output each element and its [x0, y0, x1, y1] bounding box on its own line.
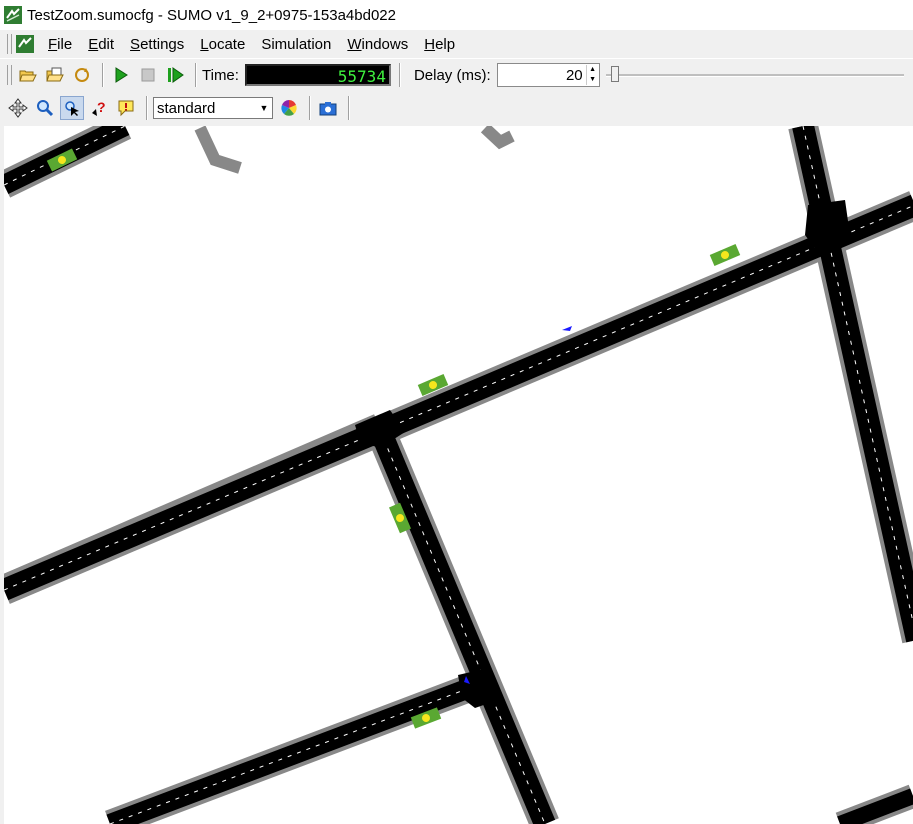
toolbar-separator [102, 63, 104, 87]
time-display: 55734 [244, 64, 391, 86]
chevron-down-icon[interactable]: ▼ [256, 98, 272, 118]
title-bar: TestZoom.sumocfg - SUMO v1_9_2+0975-153a… [0, 0, 913, 30]
step-icon [168, 67, 184, 83]
toolbar-separator [398, 63, 401, 87]
slider-track [605, 74, 904, 77]
svg-text:?: ? [97, 99, 106, 115]
toolbar-separator [146, 96, 148, 120]
spin-up-icon[interactable]: ▲ [587, 65, 599, 75]
open-config-icon [19, 70, 37, 82]
reload-button[interactable] [70, 63, 94, 87]
select-icon [65, 101, 79, 116]
road-edge [106, 674, 484, 824]
simulation-toolbar: Time: 55734 Delay (ms): ▲ ▼ [0, 58, 913, 91]
color-wheel-icon [281, 100, 297, 116]
warning-button[interactable] [114, 96, 138, 120]
toolbar-separator [348, 96, 350, 120]
road-border [480, 126, 515, 150]
mdi-child-icon[interactable] [16, 35, 34, 53]
recenter-icon [8, 98, 28, 118]
play-icon [115, 67, 128, 83]
menu-edit[interactable]: Edit [80, 36, 122, 53]
menu-settings[interactable]: Settings [122, 36, 192, 53]
locate-icon: ? [92, 99, 106, 116]
menu-help[interactable]: Help [416, 36, 463, 53]
open-network-button[interactable] [43, 63, 67, 87]
reload-icon [75, 68, 89, 82]
delay-label: Delay (ms): [413, 66, 491, 84]
step-button[interactable] [163, 63, 187, 87]
start-button[interactable] [109, 63, 133, 87]
menu-simulation[interactable]: Simulation [253, 36, 339, 53]
color-scheme-select[interactable]: standard ▼ [153, 97, 273, 119]
window-title: TestZoom.sumocfg - SUMO v1_9_2+0975-153a… [27, 6, 396, 24]
delay-slider[interactable] [605, 64, 904, 86]
zoom-icon [37, 100, 54, 117]
edit-colors-button[interactable] [277, 96, 301, 120]
vehicle[interactable] [562, 326, 572, 331]
toolbar-grip[interactable] [7, 65, 12, 85]
toolbar-separator [309, 96, 311, 120]
menu-file[interactable]: File [40, 36, 80, 53]
stop-icon [141, 68, 155, 82]
delay-input[interactable] [497, 65, 586, 85]
view-toolbar: ? standard ▼ [0, 90, 913, 127]
slider-thumb[interactable] [611, 66, 620, 82]
select-button[interactable] [60, 96, 84, 120]
stop-button[interactable] [136, 63, 160, 87]
color-scheme-value: standard [157, 99, 216, 117]
menu-bar: File Edit Settings Locate Simulation Win… [0, 30, 913, 58]
network-map[interactable] [4, 126, 913, 824]
menu-locate[interactable]: Locate [192, 36, 253, 53]
recenter-button[interactable] [6, 96, 30, 120]
delay-spinner[interactable]: ▲ ▼ [496, 63, 600, 87]
toolbar-separator [195, 63, 197, 87]
screenshot-button[interactable] [316, 96, 340, 120]
screenshot-icon [319, 102, 337, 116]
spin-down-icon[interactable]: ▼ [587, 75, 599, 85]
locate-button[interactable]: ? [87, 96, 111, 120]
warning-icon [118, 100, 134, 117]
menu-windows[interactable]: Windows [339, 36, 416, 53]
road-border [194, 126, 242, 174]
open-config-button[interactable] [16, 63, 40, 87]
time-label: Time: [202, 66, 239, 84]
open-network-icon [46, 67, 64, 82]
zoom-button[interactable] [33, 96, 57, 120]
network-view[interactable] [0, 126, 913, 824]
toolbar-grip[interactable] [7, 34, 12, 54]
sumo-app-icon [4, 6, 22, 24]
